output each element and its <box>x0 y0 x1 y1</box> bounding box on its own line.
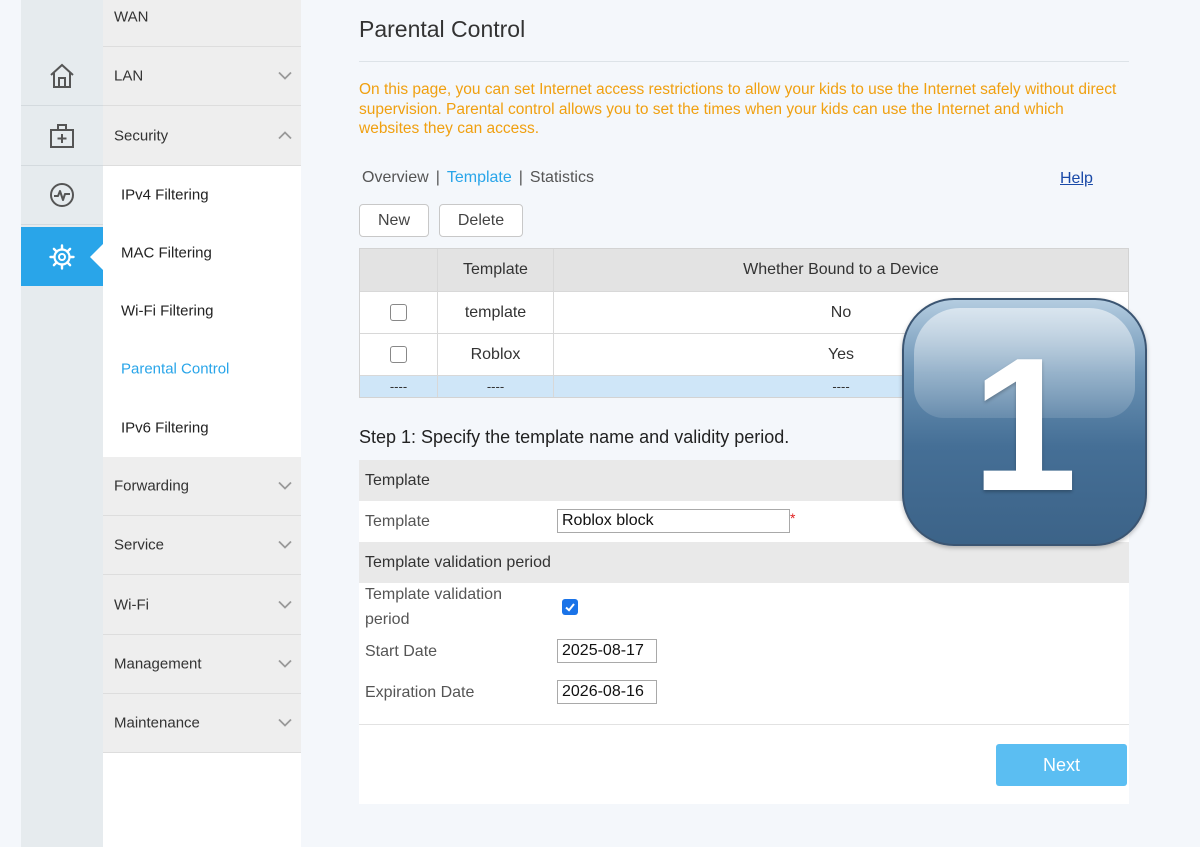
tab-statistics[interactable]: Statistics <box>530 169 594 186</box>
rail-settings[interactable] <box>21 227 103 286</box>
chevron-up-icon <box>277 128 293 145</box>
row-checkbox[interactable] <box>390 346 407 363</box>
chevron-down-icon <box>277 656 293 673</box>
menu-item-label: Service <box>114 536 165 554</box>
expiration-date-input[interactable] <box>557 680 657 704</box>
validation-period-checkbox[interactable] <box>562 599 578 615</box>
tab-template[interactable]: Template <box>447 169 512 186</box>
menu-item-wifi[interactable]: Wi-Fi <box>103 576 301 635</box>
activity-monitor-icon <box>48 181 76 209</box>
menu-item-service[interactable]: Service <box>103 516 301 575</box>
menu-item-label: Forwarding <box>114 477 190 495</box>
table-cell-template: template <box>438 292 554 333</box>
menu-item-security[interactable]: Security <box>103 107 301 166</box>
submenu-item-label: Wi-Fi Filtering <box>121 302 214 320</box>
submenu-item-label: IPv6 Filtering <box>121 419 209 436</box>
divider <box>359 724 1129 725</box>
submenu-item-ipv6-filtering[interactable]: IPv6 Filtering <box>103 398 301 457</box>
menu-background <box>103 753 301 847</box>
menu-item-lan[interactable]: LAN <box>103 47 301 106</box>
tab-overview[interactable]: Overview <box>362 169 429 186</box>
chevron-down-icon <box>277 537 293 554</box>
validation-period-label: Template validation period <box>365 586 502 628</box>
rail-tools[interactable] <box>21 107 103 166</box>
first-aid-kit-icon <box>48 122 76 150</box>
menu-item-management[interactable]: Management <box>103 635 301 694</box>
menu-item-label: LAN <box>114 67 144 85</box>
section-header-label: Template <box>365 471 430 489</box>
start-date-input[interactable] <box>557 639 657 663</box>
table-cell-template: Roblox <box>438 334 554 375</box>
chevron-down-icon <box>277 715 293 732</box>
new-button[interactable]: New <box>359 204 429 237</box>
row-checkbox[interactable] <box>390 304 407 321</box>
table-header-template: Template <box>438 249 554 291</box>
page-description: On this page, you can set Internet acces… <box>359 81 1117 137</box>
divider <box>359 61 1129 62</box>
table-header-row: Template Whether Bound to a Device <box>360 249 1128 292</box>
table-header-bound: Whether Bound to a Device <box>743 261 939 278</box>
section-header-validation: Template validation period <box>359 542 1129 583</box>
submenu-item-ipv4-filtering[interactable]: IPv4 Filtering <box>103 166 301 224</box>
menu-item-wan[interactable]: WAN <box>103 0 301 47</box>
side-menu: WAN LAN Security IPv4 Filtering MAC Filt… <box>103 0 301 847</box>
step-number: 1 <box>971 319 1078 531</box>
step-number-badge: 1 <box>902 298 1147 546</box>
chevron-down-icon <box>277 478 293 495</box>
submenu-item-mac-filtering[interactable]: MAC Filtering <box>103 224 301 282</box>
template-name-input[interactable] <box>557 509 790 533</box>
chevron-down-icon <box>277 597 293 614</box>
table-cell-select <box>360 334 438 375</box>
next-button[interactable]: Next <box>996 744 1127 786</box>
start-date-label: Start Date <box>365 643 438 660</box>
tab-bar: Overview | Template | Statistics <box>362 169 594 187</box>
menu-item-label: Wi-Fi <box>114 596 149 614</box>
tab-separator: | <box>518 169 523 186</box>
section-header-label: Template validation period <box>365 553 551 571</box>
table-header-select <box>360 249 438 291</box>
page-title: Parental Control <box>359 16 526 42</box>
help-link[interactable]: Help <box>1060 170 1093 188</box>
chevron-down-icon <box>277 68 293 85</box>
menu-item-maintenance[interactable]: Maintenance <box>103 694 301 753</box>
menu-item-label: WAN <box>114 8 149 26</box>
gear-icon <box>48 243 76 271</box>
submenu-item-parental-control[interactable]: Parental Control <box>103 340 301 398</box>
submenu-item-label: IPv4 Filtering <box>121 186 209 204</box>
menu-item-label: Management <box>114 655 202 673</box>
expiration-date-label: Expiration Date <box>365 684 475 701</box>
menu-item-label: Maintenance <box>114 714 200 732</box>
template-name-label: Template <box>365 513 430 530</box>
rail-home[interactable] <box>21 47 103 106</box>
table-cell-placeholder: ---- <box>360 376 438 397</box>
tab-separator: | <box>435 169 440 186</box>
table-cell-select <box>360 292 438 333</box>
submenu-item-label: Parental Control <box>121 360 230 378</box>
submenu-item-wifi-filtering[interactable]: Wi-Fi Filtering <box>103 282 301 340</box>
required-mark: * <box>790 510 796 526</box>
rail-monitor[interactable] <box>21 166 103 225</box>
icon-rail <box>21 0 103 847</box>
table-cell-placeholder: ---- <box>438 376 554 397</box>
menu-item-label: Security <box>114 127 169 145</box>
menu-item-forwarding[interactable]: Forwarding <box>103 457 301 516</box>
submenu-item-label: MAC Filtering <box>121 244 212 262</box>
step-heading: Step 1: Specify the template name and va… <box>359 427 790 447</box>
home-icon <box>48 62 76 90</box>
delete-button[interactable]: Delete <box>439 204 523 237</box>
